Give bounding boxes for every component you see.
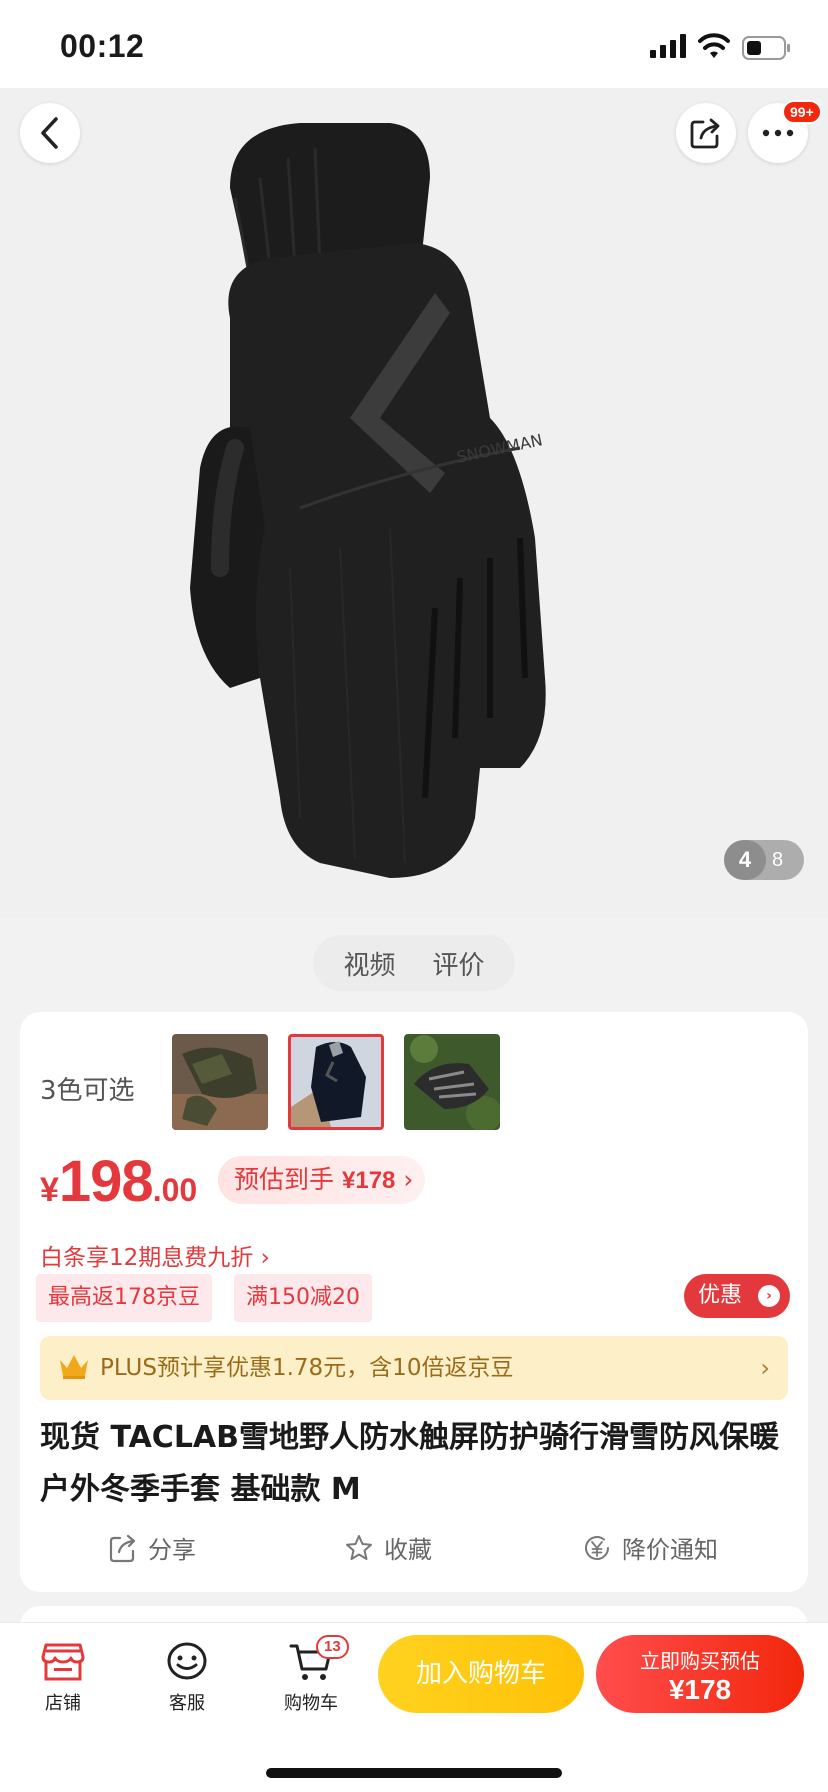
promotions-button[interactable]: 优惠 › bbox=[684, 1274, 790, 1318]
status-bar: 00:12 bbox=[0, 0, 828, 88]
color-thumb-camo[interactable] bbox=[172, 1034, 268, 1130]
color-count-label: 3色可选 bbox=[40, 1076, 135, 1106]
grey-glove-thumbnail-icon bbox=[404, 1034, 500, 1130]
share-label: 分享 bbox=[148, 1536, 196, 1564]
price-decimal: .00 bbox=[152, 1172, 198, 1208]
buy-now-label: 立即购买预估 bbox=[640, 1649, 760, 1673]
glove-product-image: SNOWMAN bbox=[190, 123, 546, 878]
bottom-action-bar: 店铺 客服 购物车 13 加入购物车 立即购买预估 ¥178 bbox=[0, 1622, 828, 1792]
promotions-label: 优惠 bbox=[698, 1283, 743, 1308]
battery-icon bbox=[742, 36, 790, 60]
share-action[interactable]: 分享 bbox=[108, 1530, 196, 1565]
discount-tag: 满150减20 bbox=[234, 1274, 372, 1322]
pager-total: 8 bbox=[772, 849, 784, 871]
add-to-cart-button[interactable]: 加入购物车 bbox=[378, 1635, 584, 1713]
message-count-badge: 99+ bbox=[782, 100, 822, 124]
store-label: 店铺 bbox=[45, 1693, 81, 1714]
bean-rebate-tag: 最高返178京豆 bbox=[36, 1274, 212, 1322]
media-tabs: 视频 评价 bbox=[313, 935, 515, 991]
plus-member-banner[interactable]: PLUS预计享优惠1.78元，含10倍返京豆 › bbox=[40, 1336, 788, 1400]
smiley-chat-icon bbox=[167, 1642, 207, 1680]
customer-service-button[interactable]: 客服 bbox=[142, 1641, 232, 1715]
customer-service-label: 客服 bbox=[169, 1693, 205, 1714]
black-glove-thumbnail-icon bbox=[291, 1037, 381, 1127]
image-pager-indicator: 4 8 bbox=[724, 840, 804, 880]
product-title: 现货 TACLAB雪地野人防水触屏防护骑行滑雪防风保暖户外冬季手套 基础款 M bbox=[40, 1420, 780, 1507]
share-button[interactable] bbox=[676, 103, 736, 163]
more-dots-icon bbox=[762, 129, 794, 137]
store-button[interactable]: 店铺 bbox=[18, 1641, 108, 1715]
product-image-carousel[interactable]: SNOWMAN 99+ 4 8 bbox=[0, 88, 828, 918]
price-alert-label: 降价通知 bbox=[622, 1536, 718, 1564]
price-alert-action[interactable]: 降价通知 bbox=[582, 1530, 718, 1565]
chevron-left-icon bbox=[41, 117, 58, 149]
buy-now-button[interactable]: 立即购买预估 ¥178 bbox=[596, 1635, 804, 1713]
installment-offer-link[interactable]: 白条享12期息费九折 › bbox=[40, 1238, 270, 1272]
estimated-price-pill[interactable]: 预估到手 ¥178 › bbox=[218, 1156, 426, 1204]
product-actions-row: 分享 收藏 降价通知 bbox=[20, 1530, 808, 1580]
tab-reviews[interactable]: 评价 bbox=[432, 945, 484, 982]
wifi-icon bbox=[698, 33, 730, 58]
share-icon bbox=[109, 1534, 136, 1562]
estimate-value: ¥178 bbox=[342, 1167, 396, 1194]
pager-current: 4 bbox=[724, 840, 766, 880]
product-info-card: 3色可选 ¥198.00 预估到手 ¥178 › 白条享12期息费九折 › 最高… bbox=[20, 1012, 808, 1592]
plus-chevron-icon: › bbox=[760, 1354, 770, 1382]
plus-banner-text: PLUS预计享优惠1.78元，含10倍返京豆 bbox=[100, 1355, 514, 1381]
tab-video[interactable]: 视频 bbox=[343, 945, 395, 982]
color-thumb-grey[interactable] bbox=[404, 1034, 500, 1130]
estimate-chevron-icon: › bbox=[403, 1165, 414, 1194]
star-icon bbox=[346, 1534, 372, 1560]
color-thumb-black[interactable] bbox=[288, 1034, 384, 1130]
back-button[interactable] bbox=[20, 103, 80, 163]
home-indicator[interactable] bbox=[266, 1768, 562, 1778]
product-price: ¥198.00 bbox=[40, 1148, 197, 1215]
cart-count-badge: 13 bbox=[316, 1635, 349, 1659]
store-icon bbox=[41, 1643, 85, 1681]
status-time: 00:12 bbox=[60, 28, 145, 64]
price-integer: 198 bbox=[58, 1149, 154, 1214]
favorite-action[interactable]: 收藏 bbox=[344, 1530, 432, 1565]
cart-label: 购物车 bbox=[284, 1693, 338, 1714]
crown-icon bbox=[60, 1355, 88, 1379]
chevron-right-icon: › bbox=[758, 1285, 780, 1307]
share-icon bbox=[690, 118, 720, 149]
price-drop-icon bbox=[585, 1535, 609, 1560]
price-currency: ¥ bbox=[40, 1171, 59, 1209]
camo-glove-thumbnail-icon bbox=[172, 1034, 268, 1130]
estimate-label: 预估到手 bbox=[234, 1165, 335, 1194]
cellular-signal-icon bbox=[650, 34, 686, 58]
favorite-label: 收藏 bbox=[384, 1536, 432, 1564]
buy-now-price: ¥178 bbox=[668, 1674, 732, 1705]
